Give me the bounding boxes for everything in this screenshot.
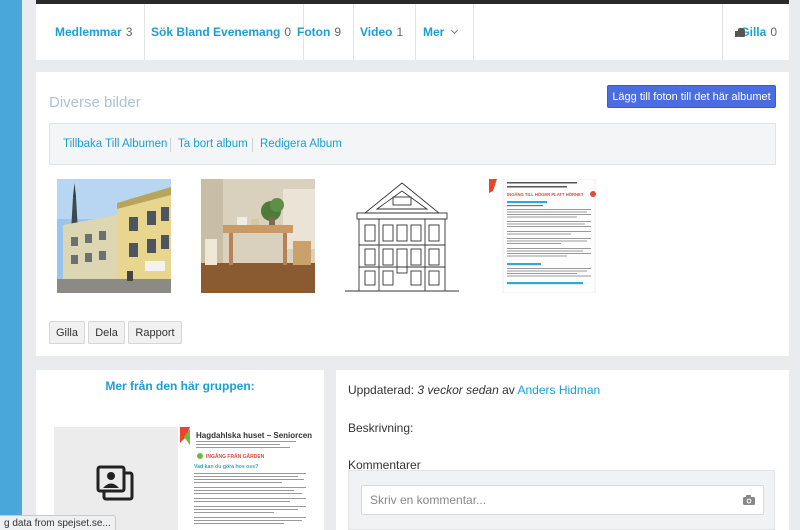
tab-members-label: Medlemmar: [55, 25, 122, 39]
comment-box: [348, 470, 775, 530]
author-link[interactable]: Anders Hidman: [517, 383, 600, 397]
tab-video[interactable]: Video 1: [348, 4, 417, 60]
comment-input[interactable]: [361, 485, 764, 515]
building-photo-image: [57, 179, 171, 293]
tab-more[interactable]: Mer: [411, 4, 475, 60]
like-count: 0: [770, 25, 777, 39]
chevron-down-icon: [451, 26, 459, 35]
poster-question: Vad kan du göra hos oss?: [194, 464, 258, 470]
thumbs-up-icon: [735, 27, 748, 37]
document-thumbnail[interactable]: Hagdahlska huset – Seniorcenter INGÅNG F…: [180, 427, 312, 530]
tab-members[interactable]: Medlemmar 3: [43, 4, 146, 60]
tab-photos-count: 9: [334, 25, 342, 39]
like-album-button[interactable]: Gilla: [49, 321, 85, 344]
more-from-group-panel: Mer från den här gruppen: Hagdahlska hus…: [36, 370, 324, 530]
camera-icon[interactable]: [742, 493, 756, 507]
more-from-group-title: Mer från den här gruppen:: [105, 379, 255, 393]
edit-album-link[interactable]: Redigera Album: [260, 124, 342, 164]
photo-thumbnail[interactable]: [57, 179, 171, 293]
album-nav-bar: Tillbaka Till Albumen Ta bort album Redi…: [49, 123, 776, 165]
tab-video-label: Video: [360, 25, 393, 39]
tab-photos[interactable]: Foton 9: [285, 4, 355, 60]
tab-events[interactable]: Sök Bland Evenemang 0: [139, 4, 305, 60]
poster-document-image: INGÅNG TILL HÖGER PLATT HÖRNET: [489, 179, 603, 293]
share-button[interactable]: Dela: [88, 321, 125, 344]
report-button[interactable]: Rapport: [128, 321, 182, 344]
poster-subheading: INGÅNG FRÅN GÅRDEN: [206, 453, 265, 460]
tab-events-label: Sök Bland Evenemang: [151, 25, 281, 39]
photo-thumbnail[interactable]: [345, 179, 459, 293]
photo-thumbnail[interactable]: INGÅNG TILL HÖGER PLATT HÖRNET: [489, 179, 603, 293]
updated-by: av: [502, 383, 515, 397]
like-group-button[interactable]: Gilla 0: [722, 4, 789, 60]
tab-members-count: 3: [125, 25, 133, 39]
nav-divider: [252, 138, 253, 152]
album-title: Diverse bilder: [49, 94, 141, 111]
description-label: Beskrivning:: [348, 421, 414, 435]
updated-time: 3 veckor sedan: [417, 383, 499, 397]
tab-more-label: Mer: [423, 25, 445, 39]
poster-title: Hagdahlska huset – Seniorcenter: [196, 431, 312, 440]
browser-status-bar: g data from spejset.se...: [0, 515, 116, 530]
photo-thumbnail[interactable]: [201, 179, 315, 293]
nav-divider: [170, 138, 171, 152]
poster-heading: INGÅNG TILL HÖGER PLATT HÖRNET: [507, 192, 584, 197]
seniorcenter-poster-image: Hagdahlska huset – Seniorcenter INGÅNG F…: [180, 427, 312, 530]
add-photos-button[interactable]: Lägg till foton till det här albumet: [607, 85, 776, 108]
back-to-albums-link[interactable]: Tillbaka Till Albumen: [63, 124, 167, 164]
delete-album-link[interactable]: Ta bort album: [178, 124, 248, 164]
group-tab-bar: Medlemmar 3 Sök Bland Evenemang 0 Foton …: [36, 4, 789, 60]
left-accent-strip: [0, 0, 22, 530]
updated-line: Uppdaterad: 3 veckor sedan av Anders Hid…: [348, 383, 600, 397]
building-drawing-image: [345, 179, 459, 293]
album-details-panel: Uppdaterad: 3 veckor sedan av Anders Hid…: [336, 370, 789, 530]
album-panel: Diverse bilder Lägg till foton till det …: [36, 72, 789, 356]
tab-photos-label: Foton: [297, 25, 331, 39]
updated-label: Uppdaterad:: [348, 383, 415, 397]
interior-photo-image: [201, 179, 315, 293]
tab-video-count: 1: [396, 25, 404, 39]
